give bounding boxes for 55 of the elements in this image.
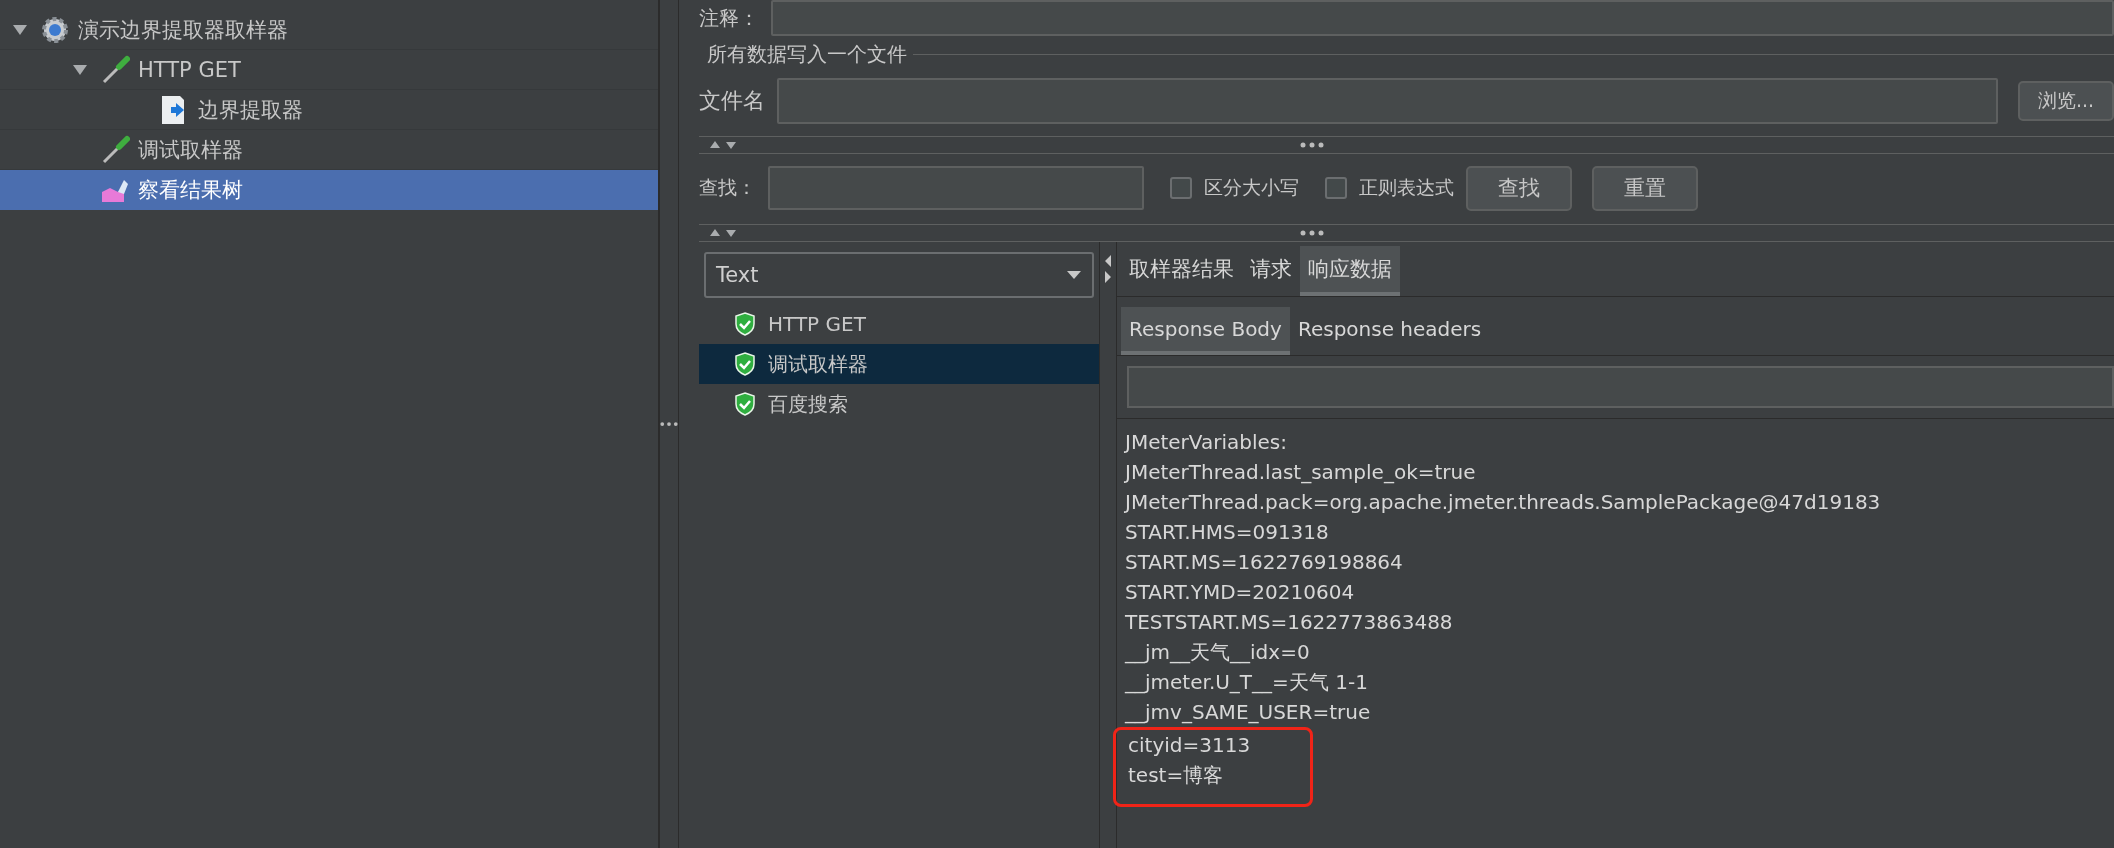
tree-item[interactable]: 边界提取器 <box>0 90 658 130</box>
comment-field[interactable] <box>771 0 2114 36</box>
checkbox-label: 正则表达式 <box>1359 175 1454 200</box>
result-tab[interactable]: 响应数据 <box>1300 246 1400 296</box>
expand-triangle-icon[interactable] <box>12 23 28 36</box>
split-arrows-icon[interactable] <box>1103 254 1113 284</box>
response-line: test=博客 <box>1128 762 1225 789</box>
expand-triangle-icon[interactable] <box>72 63 88 76</box>
search-action-button[interactable]: 查找 <box>1466 165 1572 211</box>
check-shield-icon <box>734 312 756 336</box>
result-item[interactable]: HTTP GET <box>699 304 1099 344</box>
response-tab[interactable]: Response headers <box>1289 307 1490 355</box>
result-item[interactable]: 调试取样器 <box>699 344 1099 384</box>
response-line: __jmv_SAME_USER=true <box>1125 699 1371 726</box>
search-field[interactable] <box>768 166 1144 210</box>
browse-button[interactable]: 浏览... <box>2017 81 2114 121</box>
gear-icon <box>40 14 70 45</box>
renderer-dropdown[interactable]: Text <box>704 252 1094 298</box>
check-shield-icon <box>734 352 756 376</box>
response-line: __jm__天气__idx=0 <box>1125 639 1310 666</box>
check-shield-icon <box>734 392 756 416</box>
splitter-grip-icon[interactable] <box>1300 142 1324 148</box>
dropdown-caret-icon <box>1066 270 1082 280</box>
response-line: TESTSTART.MS=1622773863488 <box>1125 609 1453 636</box>
result-item[interactable]: 百度搜索 <box>699 384 1099 424</box>
response-line: START.HMS=091318 <box>1125 519 1329 546</box>
search-action-button[interactable]: 重置 <box>1592 165 1698 211</box>
tree-item[interactable]: 演示边界提取器取样器 <box>0 10 658 50</box>
response-line: JMeterVariables: <box>1125 429 1287 456</box>
collapse-arrows-icon[interactable] <box>709 140 739 150</box>
response-tab[interactable]: Response Body <box>1121 307 1290 355</box>
checkbox[interactable] <box>1170 177 1192 199</box>
response-line: START.MS=1622769198864 <box>1125 549 1403 576</box>
response-line: START.YMD=20210604 <box>1125 579 1355 606</box>
response-line: __jmeter.U_T__=天气 1-1 <box>1125 669 1368 696</box>
collapse-arrows-icon[interactable] <box>709 228 739 238</box>
checkbox-label: 区分大小写 <box>1204 175 1299 200</box>
comment-label: 注释： <box>699 4 759 32</box>
tree-item[interactable]: 察看结果树 <box>0 170 658 210</box>
splitter-handle-icon[interactable] <box>660 421 678 427</box>
pipette-icon <box>100 134 130 165</box>
filename-field[interactable] <box>777 78 1998 124</box>
response-filter-field[interactable] <box>1127 366 2114 408</box>
group-legend: 所有数据写入一个文件 <box>707 40 907 68</box>
filename-label: 文件名 <box>699 87 765 115</box>
checkbox[interactable] <box>1325 177 1347 199</box>
pipette-icon <box>100 54 130 85</box>
result-tab[interactable]: 取样器结果 <box>1121 246 1242 296</box>
response-line: JMeterThread.last_sample_ok=true <box>1125 459 1476 486</box>
tree-item[interactable]: HTTP GET <box>0 50 658 90</box>
response-line: cityid=3113 <box>1128 732 1251 759</box>
result-tab[interactable]: 请求 <box>1242 246 1300 296</box>
search-label: 查找： <box>699 175 756 200</box>
splitter-grip-icon[interactable] <box>1300 230 1324 236</box>
response-line: JMeterThread.pack=org.apache.jmeter.threads.SamplePackage@47d19183 <box>1125 489 1881 516</box>
